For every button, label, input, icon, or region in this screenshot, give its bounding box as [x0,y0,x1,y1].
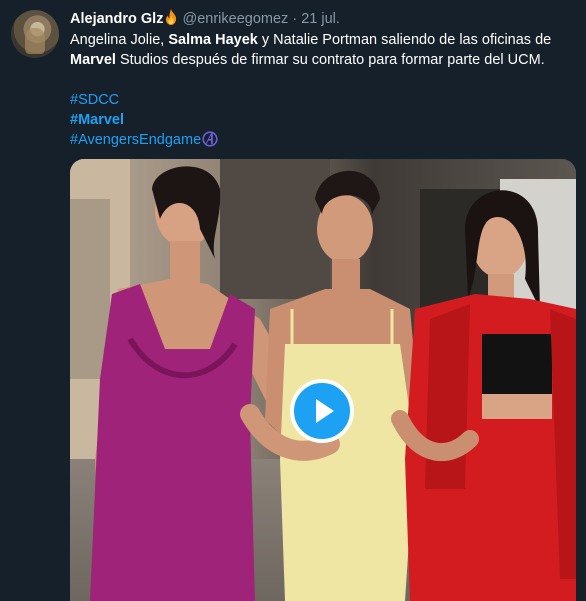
author-handle[interactable]: @enrikeegomez [183,11,289,27]
tweet-date[interactable]: 21 jul. [301,11,340,27]
tweet[interactable]: Alejandro Glz @enrikeegomez · 21 jul. An… [0,0,586,601]
avatar[interactable] [11,10,59,58]
play-button[interactable] [290,379,354,443]
tweet-text-bold: Marvel [70,52,116,68]
hashtag-avengersendgame[interactable]: #AvengersEndgame [70,130,218,150]
tweet-text-bold: Salma Hayek [168,32,258,48]
hashtag-marvel[interactable]: #Marvel [70,110,218,130]
tweet-text: Angelina Jolie, Salma Hayek y Natalie Po… [70,30,570,70]
hashtag-avengersendgame-label: #AvengersEndgame [70,132,202,148]
hashtag-sdcc[interactable]: #SDCC [70,90,218,110]
separator-dot: · [292,11,298,27]
fire-icon [166,9,177,25]
tweet-text-part: Angelina Jolie, [70,32,169,48]
hashtag-list: #SDCC #Marvel #AvengersEndgame [70,90,218,150]
tweet-header: Alejandro Glz @enrikeegomez · 21 jul. [70,9,340,28]
author-name[interactable]: Alejandro Glz [70,11,163,27]
avengers-logo-icon [202,131,218,147]
video-thumbnail[interactable] [70,159,576,601]
tweet-text-part: y Natalie Portman saliendo de las oficin… [257,32,552,48]
play-icon [316,399,334,423]
tweet-text-part: Studios después de firmar su contrato pa… [115,52,545,68]
